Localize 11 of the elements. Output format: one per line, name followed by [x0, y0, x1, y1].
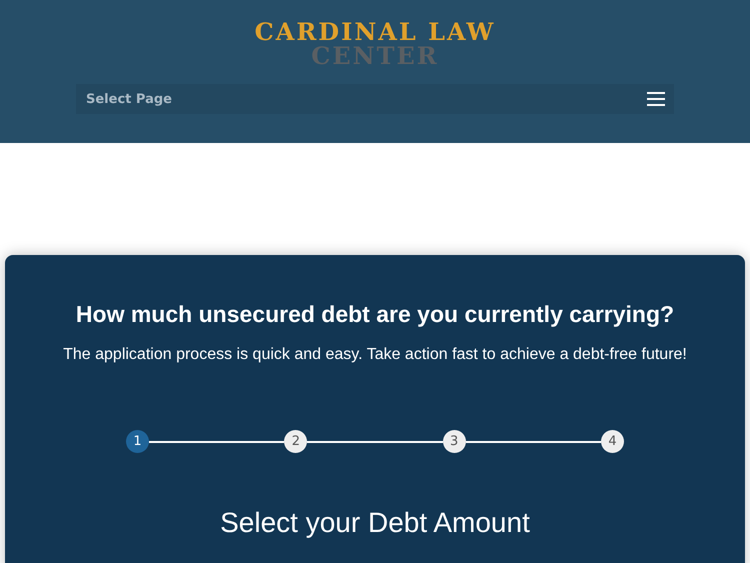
menu-icon[interactable]: [646, 91, 666, 107]
section-heading: Select your Debt Amount: [220, 507, 530, 539]
form-subtitle: The application process is quick and easy. Take action fast to achieve a debt-free future!: [63, 346, 687, 364]
logo-title: CARDINAL LAW: [254, 20, 496, 44]
form-title: How much unsecured debt are you currently carrying?: [76, 301, 674, 328]
menu-label: Select Page: [86, 92, 172, 106]
step-indicator[interactable]: 4: [600, 430, 624, 453]
step-indicator[interactable]: 1: [126, 430, 149, 453]
page-select-menu[interactable]: Select Page: [76, 84, 674, 114]
step-indicator[interactable]: 2: [284, 430, 308, 453]
step-indicator[interactable]: 3: [442, 430, 466, 453]
